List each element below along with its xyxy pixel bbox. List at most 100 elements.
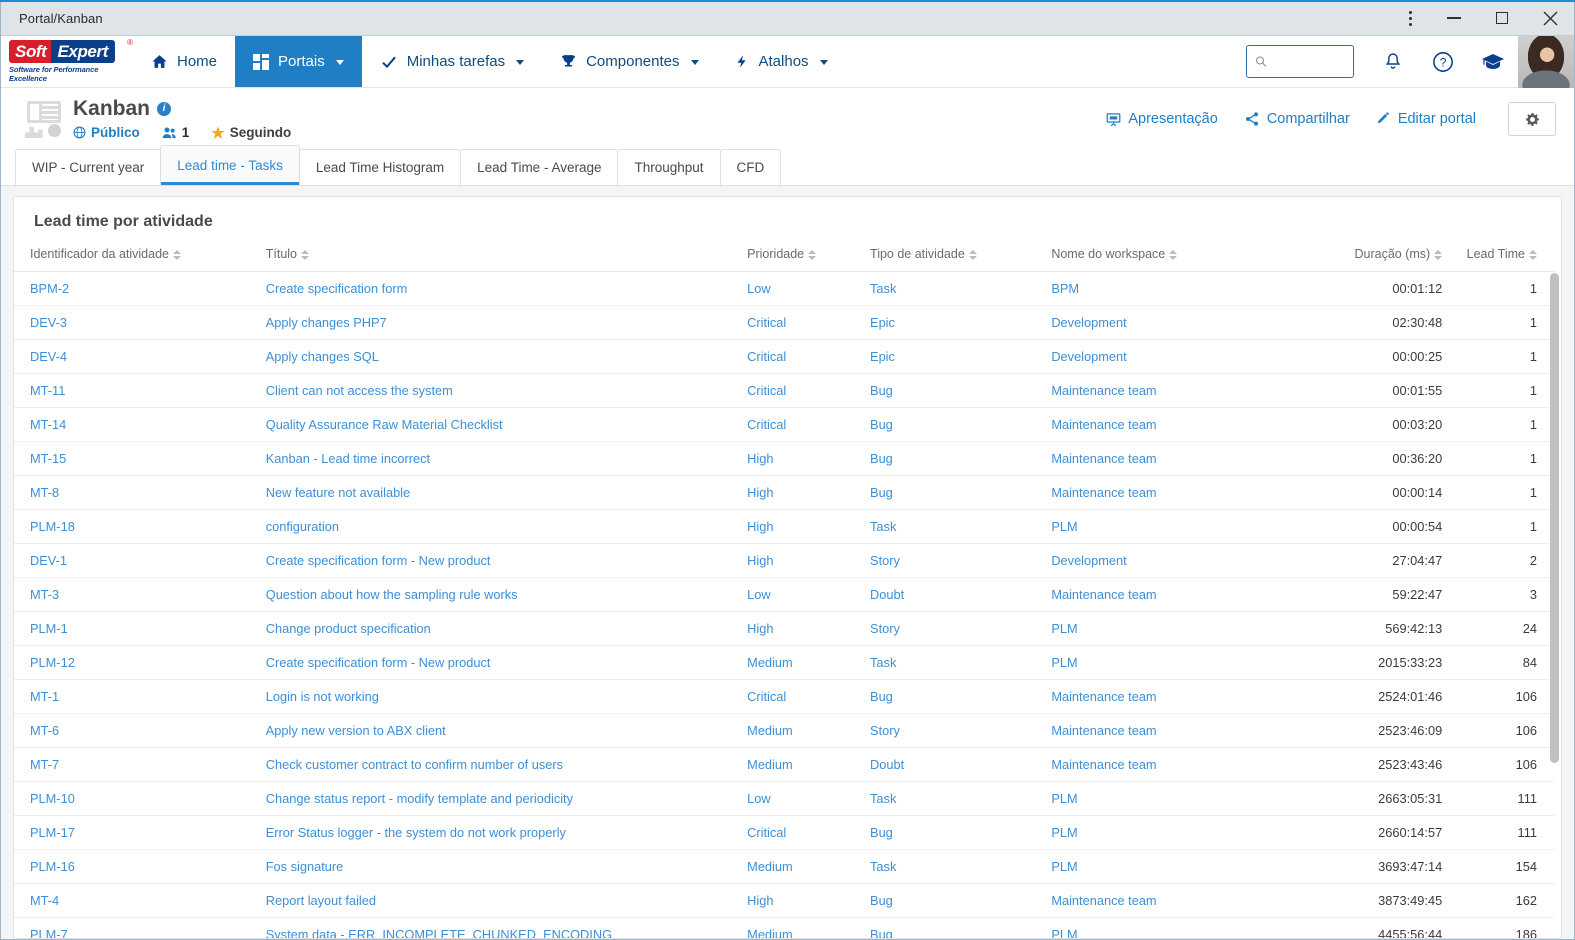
cell-workspace[interactable]: PLM <box>1043 849 1290 884</box>
cell-activity-id-link[interactable]: MT-7 <box>30 757 59 772</box>
cell-title[interactable]: Kanban - Lead time incorrect <box>257 441 740 476</box>
portal-following[interactable]: ★ Seguindo <box>211 124 291 142</box>
cell-activity-id[interactable]: PLM-17 <box>14 815 258 850</box>
cell-activity-id-link[interactable]: MT-11 <box>30 383 65 398</box>
cell-activity-id[interactable]: MT-4 <box>14 883 258 918</box>
cell-workspace[interactable]: Development <box>1043 305 1290 340</box>
cell-activity-id[interactable]: PLM-1 <box>14 611 258 646</box>
table-row[interactable]: DEV-3 Apply changes PHP7 Critical Epic Devel… <box>14 305 1555 340</box>
cell-activity-type[interactable]: Story <box>862 543 1044 578</box>
cell-title-link[interactable]: configuration <box>266 519 339 534</box>
cell-title[interactable]: Create specification form <box>257 271 740 306</box>
cell-priority-link[interactable]: Medium <box>747 723 793 738</box>
cell-priority-link[interactable]: Critical <box>747 383 786 398</box>
cell-activity-type[interactable]: Task <box>862 645 1044 680</box>
cell-workspace[interactable]: PLM <box>1043 509 1290 544</box>
cell-activity-type-link[interactable]: Epic <box>870 315 895 330</box>
cell-priority[interactable]: High <box>739 475 863 510</box>
cell-workspace[interactable]: Maintenance team <box>1043 407 1290 442</box>
cell-activity-type[interactable]: Bug <box>862 475 1044 510</box>
cell-activity-type-link[interactable]: Doubt <box>870 757 904 772</box>
tab-throughput[interactable]: Throughput <box>617 149 721 185</box>
cell-activity-id-link[interactable]: MT-3 <box>30 587 59 602</box>
cell-activity-type-link[interactable]: Task <box>870 519 896 534</box>
table-row[interactable]: PLM-17 Error Status logger - the system d… <box>14 815 1555 850</box>
column-header-title[interactable]: Título <box>257 241 740 272</box>
cell-title[interactable]: Apply changes PHP7 <box>257 305 740 340</box>
cell-priority-link[interactable]: Critical <box>747 349 786 364</box>
cell-workspace-link[interactable]: Maintenance team <box>1051 587 1156 602</box>
cell-priority-link[interactable]: Low <box>747 587 770 602</box>
cell-priority-link[interactable]: Critical <box>747 315 786 330</box>
cell-workspace[interactable]: BPM <box>1043 271 1290 306</box>
cell-activity-id[interactable]: PLM-10 <box>14 781 258 816</box>
tab-lead-time-average[interactable]: Lead Time - Average <box>460 149 619 185</box>
cell-priority-link[interactable]: High <box>747 451 773 466</box>
cell-priority-link[interactable]: Critical <box>747 689 786 704</box>
cell-activity-type-link[interactable]: Task <box>870 859 896 874</box>
cell-priority[interactable]: Medium <box>739 713 863 748</box>
cell-title-link[interactable]: Create specification form <box>266 281 408 296</box>
cell-workspace[interactable]: PLM <box>1043 815 1290 850</box>
cell-priority[interactable]: Critical <box>739 373 863 408</box>
nav-item-portais[interactable]: Portais <box>235 36 362 87</box>
cell-activity-type[interactable]: Story <box>862 713 1044 748</box>
search-box[interactable] <box>1246 45 1354 78</box>
cell-workspace-link[interactable]: PLM <box>1051 655 1077 670</box>
cell-priority-link[interactable]: High <box>747 553 773 568</box>
cell-activity-type[interactable]: Task <box>862 849 1044 884</box>
cell-workspace[interactable]: Development <box>1043 339 1290 374</box>
cell-title[interactable]: configuration <box>257 509 740 544</box>
cell-activity-type-link[interactable]: Story <box>870 553 900 568</box>
cell-activity-id-link[interactable]: DEV-3 <box>30 315 67 330</box>
table-row[interactable]: MT-1 Login is not working Critical Bug Maint… <box>14 679 1555 714</box>
cell-activity-id[interactable]: MT-3 <box>14 577 258 612</box>
table-row[interactable]: MT-6 Apply new version to ABX client Mediu… <box>14 713 1555 748</box>
minimize-button[interactable] <box>1430 1 1478 36</box>
column-header-priority[interactable]: Prioridade <box>739 241 863 272</box>
cell-priority[interactable]: Critical <box>739 305 863 340</box>
cell-title-link[interactable]: System data - ERR_INCOMPLETE_CHUNKED_ENC… <box>266 927 612 938</box>
table-scrollbar[interactable] <box>1550 273 1559 932</box>
nav-item-minhas-tarefas[interactable]: Minhas tarefas <box>362 36 542 87</box>
help-button[interactable]: ? <box>1418 36 1468 88</box>
table-row[interactable]: MT-15 Kanban - Lead time incorrect High Bug… <box>14 441 1555 476</box>
cell-activity-id-link[interactable]: MT-15 <box>30 451 66 466</box>
cell-activity-type-link[interactable]: Bug <box>870 485 893 500</box>
table-row[interactable]: PLM-10 Change status report - modify temp… <box>14 781 1555 816</box>
cell-workspace[interactable]: Maintenance team <box>1043 373 1290 408</box>
nav-item-componentes[interactable]: Componentes <box>542 36 716 87</box>
cell-activity-type[interactable]: Doubt <box>862 747 1044 782</box>
table-row[interactable]: PLM-12 Create specification form - New pr… <box>14 645 1555 680</box>
cell-activity-id[interactable]: MT-15 <box>14 441 258 476</box>
cell-priority[interactable]: Critical <box>739 679 863 714</box>
cell-workspace[interactable]: Maintenance team <box>1043 713 1290 748</box>
cell-activity-type-link[interactable]: Task <box>870 655 896 670</box>
cell-activity-id-link[interactable]: DEV-4 <box>30 349 67 364</box>
cell-title[interactable]: Create specification form - New product <box>257 543 740 578</box>
column-header-workspace[interactable]: Nome do workspace <box>1043 241 1290 272</box>
tab-lead-time-tasks[interactable]: Lead time - Tasks <box>160 145 300 185</box>
column-header-activity-type[interactable]: Tipo de atividade <box>862 241 1044 272</box>
table-row[interactable]: PLM-16 Fos signature Medium Task PLM 3693:47:… <box>14 849 1555 884</box>
window-menu-button[interactable] <box>1390 1 1430 36</box>
cell-workspace[interactable]: Maintenance team <box>1043 679 1290 714</box>
table-row[interactable]: BPM-2 Create specification form Low Task BPM… <box>14 271 1555 306</box>
cell-activity-id-link[interactable]: PLM-17 <box>30 825 75 840</box>
cell-title-link[interactable]: Kanban - Lead time incorrect <box>266 451 430 466</box>
cell-workspace-link[interactable]: Maintenance team <box>1051 417 1156 432</box>
cell-priority-link[interactable]: Medium <box>747 757 793 772</box>
cell-workspace[interactable]: Maintenance team <box>1043 747 1290 782</box>
table-row[interactable]: MT-11 Client can not access the system Cri… <box>14 373 1555 408</box>
cell-workspace[interactable]: PLM <box>1043 917 1290 938</box>
cell-title[interactable]: Report layout failed <box>257 883 740 918</box>
cell-title-link[interactable]: Check customer contract to confirm numbe… <box>266 757 563 772</box>
cell-priority[interactable]: Critical <box>739 407 863 442</box>
cell-activity-id[interactable]: DEV-4 <box>14 339 258 374</box>
cell-activity-type-link[interactable]: Doubt <box>870 587 904 602</box>
softexpert-logo[interactable]: Soft Expert ® Software for Performance E… <box>1 36 133 87</box>
cell-activity-id[interactable]: DEV-1 <box>14 543 258 578</box>
cell-activity-type-link[interactable]: Bug <box>870 417 893 432</box>
cell-activity-id[interactable]: PLM-16 <box>14 849 258 884</box>
cell-activity-type[interactable]: Task <box>862 509 1044 544</box>
